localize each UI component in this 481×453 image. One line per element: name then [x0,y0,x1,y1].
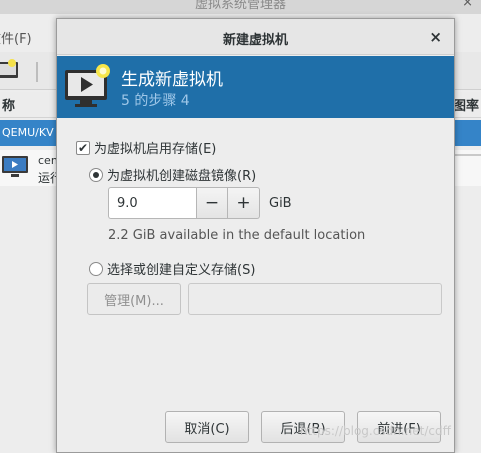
bg-window-title: 虚拟系统管理器 [194,0,286,12]
custom-storage-radio[interactable] [89,261,103,276]
disk-size-spinner: − + [108,187,260,219]
create-disk-row[interactable]: 为虚拟机创建磁盘镜像(R) [89,165,256,184]
enable-storage-checkbox[interactable]: ✔ [76,140,90,155]
cpu-usage-graph [455,154,481,156]
dialog-titlebar: 新建虚拟机 × [57,19,454,55]
new-vm-monitor-icon [65,64,110,107]
create-disk-label: 为虚拟机创建磁盘镜像(R) [107,169,257,184]
column-cpu[interactable]: 图率 [453,95,479,114]
column-name[interactable]: 称 [2,95,15,114]
increase-size-button[interactable]: + [228,187,260,219]
radio-dot-icon [93,171,99,178]
checkmark-icon: ✔ [77,140,89,155]
available-space-text: 2.2 GiB available in the default locatio… [108,228,366,243]
connection-label: QEMU/KV [2,126,54,139]
step-indicator: 5 的步骤 4 [121,93,190,109]
vm-name: cen [38,154,58,167]
vm-running-icon [2,156,28,177]
cancel-button[interactable]: 取消(C) [165,411,249,443]
bg-menu-file[interactable]: 文件(F) [0,28,32,47]
new-vm-icon[interactable] [0,58,20,80]
enable-storage-row[interactable]: ✔ 为虚拟机启用存储(E) [76,138,216,157]
close-icon[interactable]: × [429,28,442,46]
custom-storage-row[interactable]: 选择或创建自定义存储(S) [89,259,255,278]
create-disk-radio[interactable] [89,167,103,182]
custom-storage-label: 选择或创建自定义存储(S) [107,263,256,278]
disk-unit-label: GiB [269,196,292,211]
banner-title: 生成新虚拟机 [121,70,223,90]
disk-size-input[interactable] [108,187,196,219]
manage-button[interactable]: 管理(M)... [87,283,181,315]
new-vm-dialog: 新建虚拟机 × 生成新虚拟机 5 的步骤 4 ✔ 为虚拟机启用存储(E) 为虚拟… [56,18,455,453]
wizard-banner: 生成新虚拟机 5 的步骤 4 [57,56,454,118]
enable-storage-label: 为虚拟机启用存储(E) [94,142,217,157]
dialog-title: 新建虚拟机 [222,33,288,48]
custom-path-input[interactable] [188,283,442,315]
watermark: https://blog.csdn.net/cdff [300,424,451,438]
bg-titlebar: 虚拟系统管理器 × [0,0,481,14]
toolbar-separator [36,62,38,82]
decrease-size-button[interactable]: − [196,187,228,219]
bg-close-icon[interactable]: × [462,0,473,9]
